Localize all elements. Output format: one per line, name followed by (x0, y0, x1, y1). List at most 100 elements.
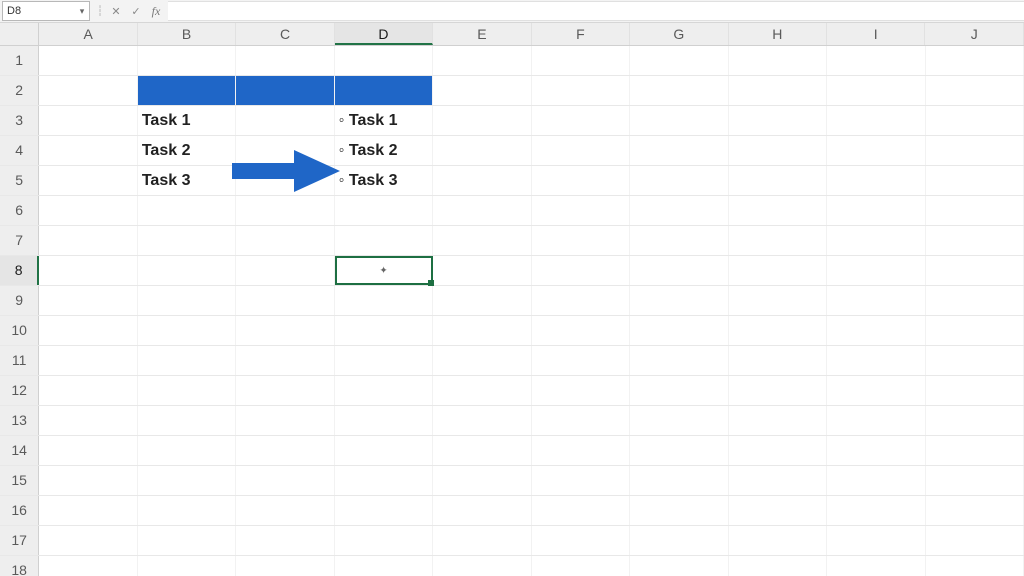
row-header-14[interactable]: 14 (0, 436, 39, 465)
cell-A18[interactable] (39, 556, 137, 576)
cell-D7[interactable] (335, 226, 433, 255)
cell-C7[interactable] (236, 226, 334, 255)
cell-C16[interactable] (236, 496, 334, 525)
cell-B4[interactable]: Task 2 (138, 136, 236, 165)
fx-icon[interactable]: fx (146, 2, 166, 20)
row-header-13[interactable]: 13 (0, 406, 39, 435)
cell-D10[interactable] (335, 316, 433, 345)
cell-G13[interactable] (630, 406, 728, 435)
cell-F13[interactable] (532, 406, 630, 435)
cell-J15[interactable] (926, 466, 1024, 495)
cell-C17[interactable] (236, 526, 334, 555)
cell-F7[interactable] (532, 226, 630, 255)
cell-H17[interactable] (729, 526, 827, 555)
cell-F18[interactable] (532, 556, 630, 576)
cell-E1[interactable] (433, 46, 531, 75)
cell-G3[interactable] (630, 106, 728, 135)
cell-C5[interactable] (236, 166, 334, 195)
cell-H6[interactable] (729, 196, 827, 225)
cell-J8[interactable] (926, 256, 1024, 285)
col-header-B[interactable]: B (138, 23, 236, 45)
cell-F10[interactable] (532, 316, 630, 345)
cell-B2[interactable] (138, 76, 236, 105)
cell-E18[interactable] (433, 556, 531, 576)
cell-B18[interactable] (138, 556, 236, 576)
cell-H1[interactable] (729, 46, 827, 75)
cell-C13[interactable] (236, 406, 334, 435)
cell-G1[interactable] (630, 46, 728, 75)
cell-B5[interactable]: Task 3 (138, 166, 236, 195)
cell-A6[interactable] (39, 196, 137, 225)
cell-I8[interactable] (827, 256, 925, 285)
cell-I15[interactable] (827, 466, 925, 495)
cell-E6[interactable] (433, 196, 531, 225)
cell-H7[interactable] (729, 226, 827, 255)
cell-D2[interactable] (335, 76, 433, 105)
cell-H18[interactable] (729, 556, 827, 576)
cell-A17[interactable] (39, 526, 137, 555)
cancel-icon[interactable]: ✕ (106, 2, 126, 20)
cell-A7[interactable] (39, 226, 137, 255)
cell-B8[interactable] (138, 256, 236, 285)
cell-H16[interactable] (729, 496, 827, 525)
col-header-G[interactable]: G (630, 23, 728, 45)
cell-D17[interactable] (335, 526, 433, 555)
cell-J13[interactable] (926, 406, 1024, 435)
cell-J18[interactable] (926, 556, 1024, 576)
cell-A4[interactable] (39, 136, 137, 165)
cell-D15[interactable] (335, 466, 433, 495)
col-header-H[interactable]: H (729, 23, 827, 45)
cell-C2[interactable] (236, 76, 334, 105)
cell-J2[interactable] (926, 76, 1024, 105)
cell-B10[interactable] (138, 316, 236, 345)
cell-C12[interactable] (236, 376, 334, 405)
col-header-D[interactable]: D (335, 23, 433, 45)
cell-C3[interactable] (236, 106, 334, 135)
cell-C9[interactable] (236, 286, 334, 315)
cell-I9[interactable] (827, 286, 925, 315)
cell-A13[interactable] (39, 406, 137, 435)
cell-E7[interactable] (433, 226, 531, 255)
cell-A1[interactable] (39, 46, 137, 75)
cell-G16[interactable] (630, 496, 728, 525)
cell-D1[interactable] (335, 46, 433, 75)
cell-F15[interactable] (532, 466, 630, 495)
cell-D6[interactable] (335, 196, 433, 225)
formula-input[interactable] (168, 1, 1024, 21)
cell-G4[interactable] (630, 136, 728, 165)
cell-H4[interactable] (729, 136, 827, 165)
row-header-16[interactable]: 16 (0, 496, 39, 525)
row-header-9[interactable]: 9 (0, 286, 39, 315)
cell-B13[interactable] (138, 406, 236, 435)
cell-I16[interactable] (827, 496, 925, 525)
cell-I17[interactable] (827, 526, 925, 555)
cell-I2[interactable] (827, 76, 925, 105)
cell-H9[interactable] (729, 286, 827, 315)
cell-H13[interactable] (729, 406, 827, 435)
cell-C11[interactable] (236, 346, 334, 375)
cell-F6[interactable] (532, 196, 630, 225)
col-header-F[interactable]: F (532, 23, 630, 45)
row-header-11[interactable]: 11 (0, 346, 39, 375)
cell-B17[interactable] (138, 526, 236, 555)
cell-H12[interactable] (729, 376, 827, 405)
cell-C10[interactable] (236, 316, 334, 345)
cell-J5[interactable] (926, 166, 1024, 195)
cell-G12[interactable] (630, 376, 728, 405)
cell-J3[interactable] (926, 106, 1024, 135)
cell-E9[interactable] (433, 286, 531, 315)
name-box-value[interactable]: D8 (3, 5, 75, 17)
cell-G11[interactable] (630, 346, 728, 375)
cell-B9[interactable] (138, 286, 236, 315)
cell-A2[interactable] (39, 76, 137, 105)
cell-G9[interactable] (630, 286, 728, 315)
cell-I11[interactable] (827, 346, 925, 375)
select-all-corner[interactable] (0, 23, 39, 45)
cell-F5[interactable] (532, 166, 630, 195)
cell-J6[interactable] (926, 196, 1024, 225)
cell-F16[interactable] (532, 496, 630, 525)
cell-B11[interactable] (138, 346, 236, 375)
cell-D3[interactable]: ◦ Task 1 (335, 106, 433, 135)
row-header-2[interactable]: 2 (0, 76, 39, 105)
row-header-3[interactable]: 3 (0, 106, 39, 135)
